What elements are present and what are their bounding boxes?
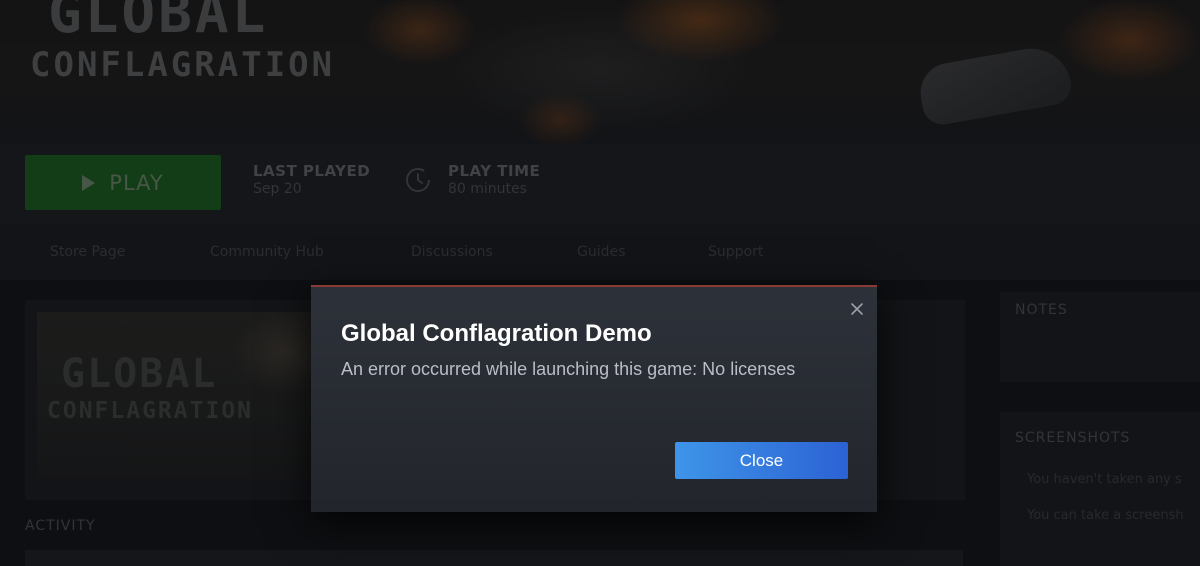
game-logo-line2: CONFLAGRATION <box>30 45 336 85</box>
dialog-title: Global Conflagration Demo <box>341 320 652 347</box>
close-icon[interactable] <box>847 299 867 319</box>
dialog-message: An error occurred while launching this g… <box>341 359 796 379</box>
game-logo: GLOBAL CONFLAGRATION <box>30 0 335 82</box>
close-button[interactable]: Close <box>675 442 848 479</box>
error-dialog: Global Conflagration Demo An error occur… <box>311 285 877 512</box>
game-logo-line1: GLOBAL <box>48 0 269 46</box>
steam-library-window: GLOBAL CONFLAGRATION PLAY LAST PLAYED Se… <box>0 0 1200 566</box>
